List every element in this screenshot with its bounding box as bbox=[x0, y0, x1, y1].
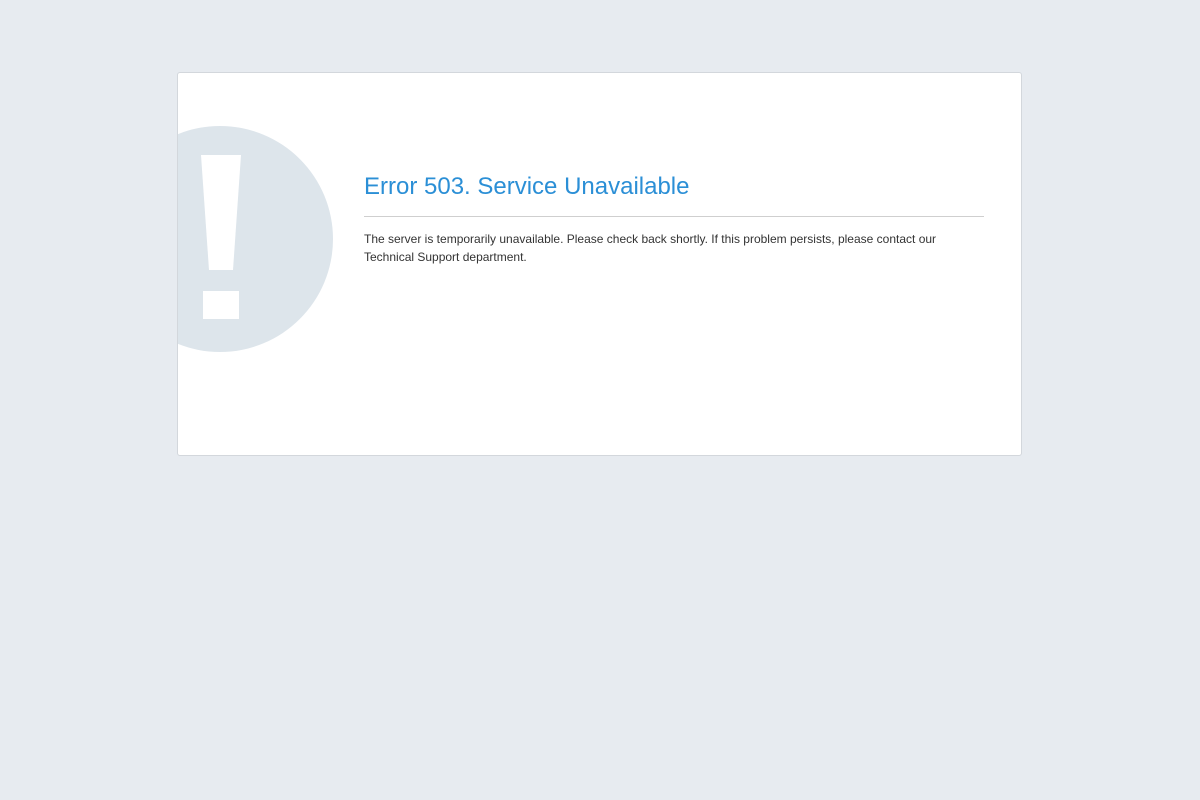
error-message: The server is temporarily unavailable. P… bbox=[364, 232, 937, 264]
divider bbox=[364, 216, 984, 217]
error-content: Error 503. Service Unavailable The serve… bbox=[364, 173, 984, 266]
exclamation-icon bbox=[178, 126, 333, 352]
error-card: Error 503. Service Unavailable The serve… bbox=[177, 72, 1022, 456]
error-title: Error 503. Service Unavailable bbox=[364, 173, 690, 200]
